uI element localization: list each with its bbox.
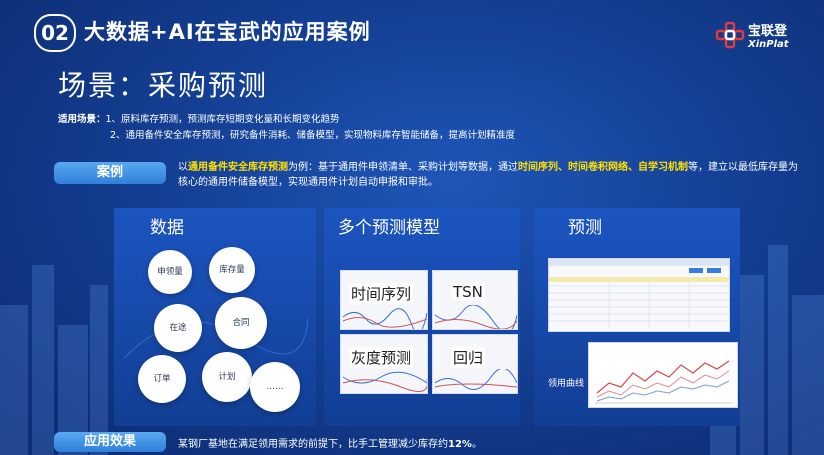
forecast-table-screenshot [548, 258, 730, 332]
case-label: 案例 [54, 162, 166, 184]
data-circle-in-transit: 在途 [154, 304, 202, 352]
logo-en-text: XinPlat [748, 39, 789, 50]
table-thumbnail [549, 259, 729, 329]
header-title: 大数据+AI在宝武的应用案例 [84, 20, 371, 44]
case-text-1: 以 [178, 162, 188, 173]
logo-icon [715, 21, 745, 49]
application-line-1: 1、原料库存预测，预测库存短期变化量和长期变化趋势 [105, 114, 340, 125]
usage-curve-label: 领用曲线 [548, 379, 585, 389]
application-scenarios: 适用场景：1、原料库存预测，预测库存短期变化量和长期变化趋势 2、通用备件安全库… [58, 112, 515, 144]
data-circle-apply: 申领量 [148, 250, 192, 294]
effect-percent: 12% [448, 439, 472, 450]
models-panel-title: 多个预测模型 [338, 218, 440, 238]
section-number-badge: 02 [34, 14, 76, 52]
data-circle-contract: 合同 [215, 297, 267, 349]
application-line-2: 2、通用备件安全库存预测，研究备件消耗、储备模型，实现物料库存智能储备，提高计划… [110, 130, 516, 141]
effect-text: 某钢厂基地在满足领用需求的前提下，比手工管理减少库存约 [178, 439, 448, 450]
data-circle-order: 订单 [138, 355, 186, 403]
usage-curve-chart-screenshot [588, 342, 738, 408]
model-time-series-label: 时间序列 [349, 283, 414, 304]
data-circle-plan: 计划 [202, 352, 252, 402]
model-grey-forecast-label: 灰度预测 [349, 347, 414, 368]
model-grey-forecast: 灰度预测 [340, 334, 428, 394]
model-curve [342, 371, 427, 392]
effect-description: 某钢厂基地在满足领用需求的前提下，比手工管理减少库存约12%。 [178, 435, 482, 450]
usage-curve-thumbnail [595, 360, 733, 404]
model-curve [434, 305, 517, 329]
data-circle-more: …… [250, 362, 300, 412]
logo-cn-text: 宝联登 [748, 24, 788, 39]
model-tsn-label: TSN [451, 283, 485, 301]
model-regression-label: 回归 [451, 347, 486, 368]
model-tsn: TSN [432, 270, 518, 330]
scene-title: 场景：采购预测 [58, 69, 269, 102]
company-logo: 宝联登 XinPlat [710, 14, 820, 58]
case-highlight-2: 时间序列、时间卷积网络、自学习机制 [518, 162, 688, 173]
slide: 02 大数据+AI在宝武的应用案例 宝联登 XinPlat 场景：采购预测 适用… [0, 0, 824, 455]
effect-label: 应用效果 [54, 432, 166, 452]
data-circle-inventory: 库存量 [209, 247, 255, 293]
model-regression: 回归 [432, 334, 518, 394]
effect-end: 。 [471, 439, 482, 450]
forecast-panel-title: 预测 [568, 218, 602, 238]
case-highlight-1: 通用备件安全库存预测 [188, 162, 288, 173]
case-description: 以通用备件安全库存预测为例：基于通用件申领清单、采购计划等数据，通过时间序列、时… [178, 160, 798, 190]
model-curve [342, 308, 427, 329]
model-curve [434, 369, 517, 390]
model-time-series: 时间序列 [340, 270, 428, 330]
case-text-2: 为例：基于通用件申领清单、采购计划等数据，通过 [288, 162, 518, 173]
application-label: 适用场景： [58, 114, 106, 125]
data-panel-title: 数据 [150, 218, 184, 238]
